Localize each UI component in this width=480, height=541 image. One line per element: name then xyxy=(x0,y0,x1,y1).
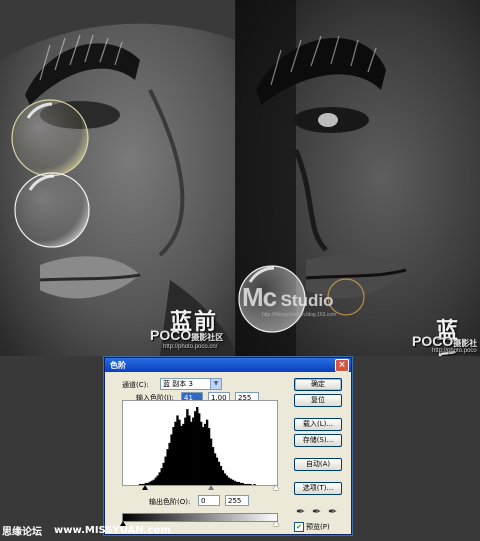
chevron-down-icon[interactable]: ▼ xyxy=(210,379,221,389)
histogram-bar xyxy=(253,483,256,485)
output-levels-label: 输出色阶(O): xyxy=(149,498,191,506)
before-brand-sub: 摄影社区 xyxy=(191,333,224,342)
auto-button[interactable]: 自动(A) xyxy=(294,458,342,471)
histogram xyxy=(122,400,278,486)
ok-button[interactable]: 确定 xyxy=(294,378,342,391)
reset-button[interactable]: 复位 xyxy=(294,394,342,407)
histogram-bar xyxy=(249,483,252,485)
save-button[interactable]: 存储(S)... xyxy=(294,434,342,447)
dialog-title: 色阶 xyxy=(110,360,126,370)
input-black-slider[interactable] xyxy=(142,485,148,490)
before-photo: 蓝前 POCO摄影社区 http://photo.poco.cn/ xyxy=(0,0,236,356)
site-name: 思缘论坛 xyxy=(2,527,42,538)
black-eyedropper-icon[interactable]: ✒ xyxy=(296,505,305,518)
input-white-slider[interactable] xyxy=(273,485,279,490)
after-brand: POCO xyxy=(412,333,454,349)
after-poco-brand: POCO摄影社 xyxy=(412,333,477,349)
gray-eyedropper-icon[interactable]: ✒ xyxy=(312,505,321,518)
before-after-photos: 蓝前 POCO摄影社区 http://photo.poco.cn/ 蓝 POCO… xyxy=(0,0,480,356)
mc-studio-watermark: Mc Studio xyxy=(242,282,333,313)
levels-dialog: 色阶 × 通道(C): 蓝 副本 3 ▼ 输入色阶(I): 41 1.00 25… xyxy=(104,357,352,535)
mc-url: http://Mengchenmh.blog.163.com xyxy=(262,312,337,318)
after-url: http://photo.poco xyxy=(432,348,477,354)
load-button[interactable]: 载入(L)... xyxy=(294,418,342,431)
after-brand-sub: 摄影社 xyxy=(453,339,478,348)
white-eyedropper-icon[interactable]: ✒ xyxy=(328,505,337,518)
channel-label: 通道(C): xyxy=(122,381,149,389)
output-level-black[interactable]: 0 xyxy=(198,495,220,506)
site-url: www.MISSYUAN.com xyxy=(54,525,171,536)
channel-value: 蓝 副本 3 xyxy=(163,380,193,388)
dialog-titlebar[interactable]: 色阶 × xyxy=(105,358,351,372)
before-url: http://photo.poco.cn/ xyxy=(163,344,218,350)
studio-text: Studio xyxy=(280,291,334,310)
histogram-chart xyxy=(138,407,256,485)
close-icon[interactable]: × xyxy=(335,358,349,372)
channel-select[interactable]: 蓝 副本 3 ▼ xyxy=(160,378,222,390)
output-level-white[interactable]: 255 xyxy=(225,495,249,506)
input-gamma-slider[interactable] xyxy=(208,485,214,490)
site-footer: 思缘论坛 www.MISSYUAN.com xyxy=(0,520,480,541)
options-button[interactable]: 选项(T)... xyxy=(294,482,342,495)
before-poco-brand: POCO摄影社区 xyxy=(150,327,223,343)
mc-text: Mc xyxy=(242,282,277,312)
before-brand: POCO xyxy=(150,327,192,343)
